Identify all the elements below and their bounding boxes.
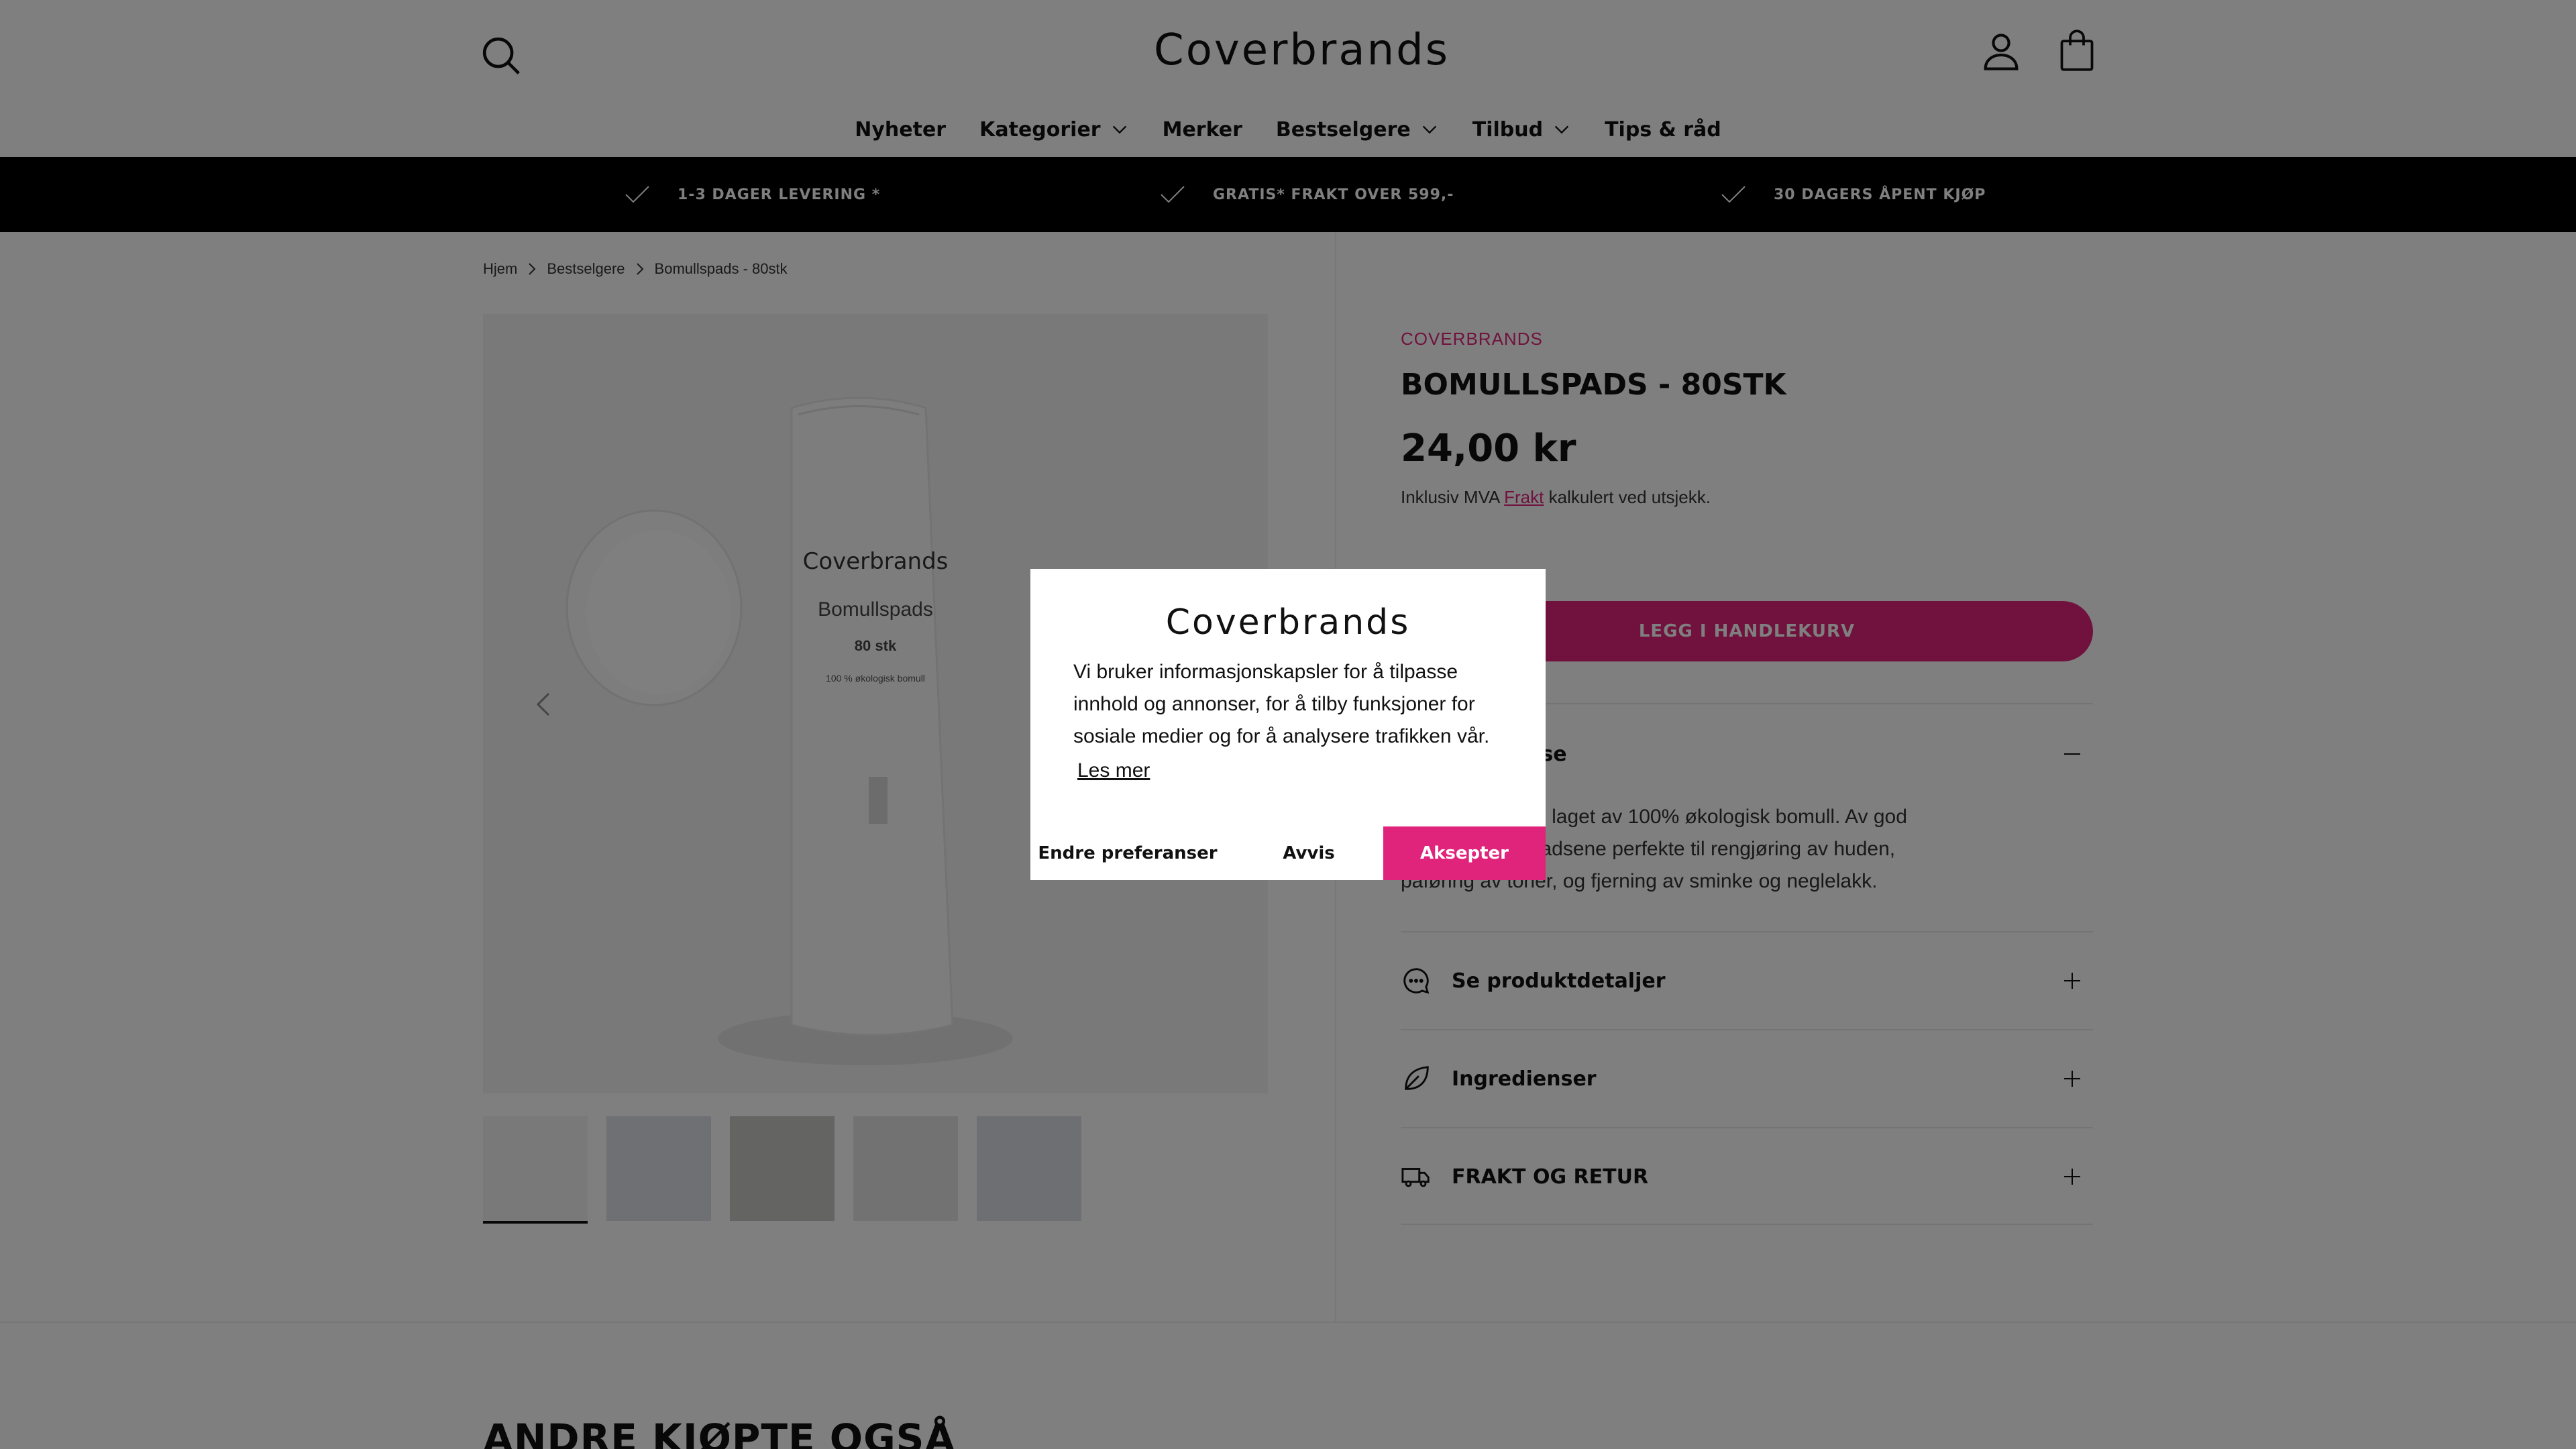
change-preferences-button[interactable]: Endre preferanser [1030, 826, 1225, 880]
cookie-text: Vi bruker informasjonskapsler for å tilp… [1073, 661, 1490, 747]
reject-button[interactable]: Avvis [1225, 826, 1393, 880]
modal-logo: Coverbrands [1165, 602, 1411, 643]
accept-button[interactable]: Aksepter [1383, 826, 1546, 880]
read-more-link[interactable]: Les mer [1077, 759, 1150, 782]
cookie-consent-modal: Coverbrands Vi bruker informasjonskapsle… [1030, 569, 1546, 880]
